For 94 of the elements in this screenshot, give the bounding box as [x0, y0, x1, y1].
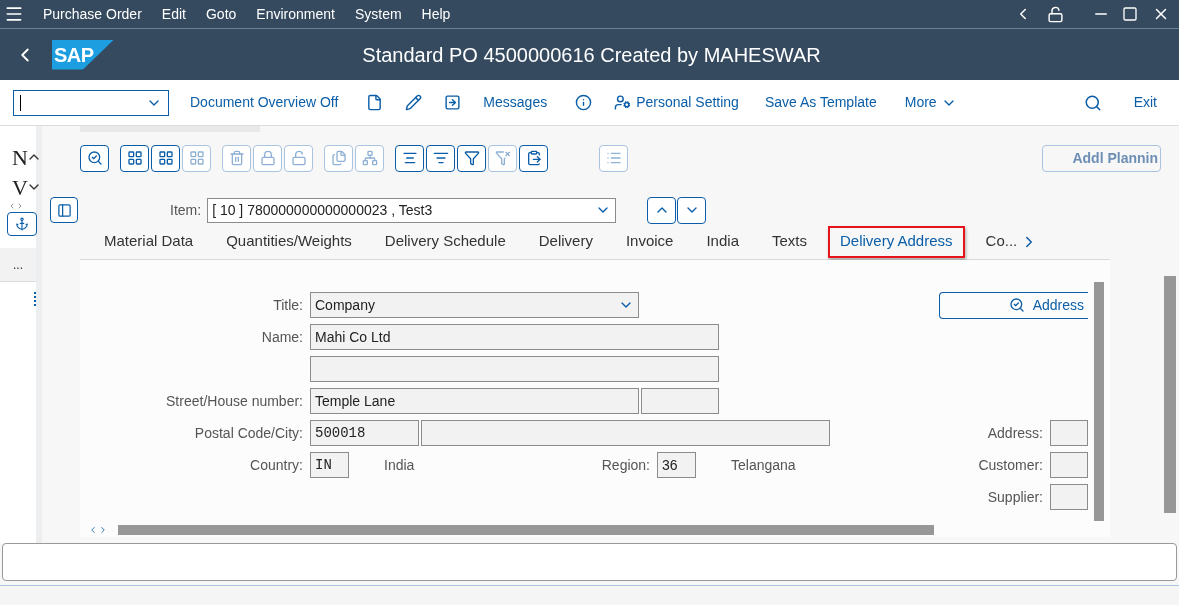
- house-number-field[interactable]: [641, 388, 719, 414]
- previous-item-button[interactable]: [647, 196, 677, 224]
- panel-icon: [56, 202, 72, 218]
- zoom-check-icon: [1008, 297, 1025, 313]
- more-menu-button[interactable]: More: [904, 92, 957, 113]
- field-label: Name:: [260, 327, 304, 347]
- icon-button[interactable]: [395, 144, 424, 172]
- collapse-button[interactable]: [50, 197, 78, 223]
- anchor-icon: [15, 217, 29, 231]
- field-label: Street/House number:: [165, 391, 304, 411]
- region-field[interactable]: 36: [657, 452, 696, 478]
- message-field[interactable]: [2, 543, 1177, 581]
- menu-icon[interactable]: [4, 4, 24, 24]
- field-label: Address:: [986, 423, 1044, 443]
- toolbar-button[interactable]: Personal Setting: [614, 92, 739, 113]
- menu-item[interactable]: Purchase Order: [43, 3, 142, 25]
- item-dropdown[interactable]: [ 10 ] 780000000000000023 , Test3: [207, 197, 617, 223]
- command-field[interactable]: [13, 89, 169, 116]
- maximize-icon[interactable]: [1122, 6, 1138, 22]
- menu-item[interactable]: Help: [421, 3, 451, 25]
- customer-field[interactable]: [1050, 452, 1088, 478]
- city-field[interactable]: [421, 420, 830, 446]
- country-field[interactable]: IN: [310, 452, 349, 478]
- field-label: Customer:: [977, 455, 1044, 475]
- address-field[interactable]: [1050, 420, 1088, 446]
- menu-item[interactable]: Edit: [161, 3, 186, 25]
- field-label: Title:: [272, 295, 304, 315]
- tab[interactable]: Quantities/Weights: [226, 225, 352, 258]
- supplier-field[interactable]: [1050, 484, 1088, 510]
- name-field[interactable]: [310, 356, 719, 382]
- field-label: Region:: [600, 455, 651, 475]
- person-setting-icon: [614, 94, 632, 111]
- anchor-button[interactable]: [7, 212, 37, 236]
- menu-item[interactable]: Goto: [205, 3, 237, 25]
- filter-icon: [463, 150, 480, 166]
- list-icon: [605, 150, 622, 166]
- tab[interactable]: Delivery: [538, 225, 593, 258]
- item-label: Item:: [170, 200, 202, 220]
- side-letter: N: [12, 143, 26, 172]
- postal-code-field[interactable]: 500018: [310, 420, 419, 446]
- menu-item[interactable]: System: [354, 3, 402, 25]
- clipboard-icon: [525, 150, 542, 166]
- unlock-icon: [290, 150, 307, 166]
- side-letter: V: [12, 173, 26, 202]
- toolbar-button[interactable]: Save As Template: [764, 92, 877, 113]
- tab[interactable]: Delivery Address: [828, 225, 965, 258]
- icon-button[interactable]: [426, 144, 455, 172]
- hierarchy-icon: [361, 150, 378, 166]
- country-name: India: [384, 455, 416, 475]
- info-icon[interactable]: [575, 94, 593, 111]
- tab[interactable]: Co...: [985, 225, 1018, 258]
- grid-select-icon: [126, 150, 143, 166]
- expand-handle-icon[interactable]: [8, 202, 24, 210]
- sort-icon: [401, 150, 418, 166]
- pencil-icon[interactable]: [405, 94, 423, 111]
- next-item-button[interactable]: [677, 196, 707, 224]
- tab[interactable]: Delivery Schedule: [384, 225, 506, 258]
- region-name: Telangana: [731, 455, 796, 475]
- window-title: Standard PO 4500000616 Created by MAHESWAR: [361, 42, 822, 68]
- document-icon[interactable]: [366, 94, 384, 111]
- field-label: Country:: [249, 455, 304, 475]
- search-icon[interactable]: [1083, 93, 1102, 112]
- trash-icon: [228, 150, 245, 166]
- grid-select-icon: [157, 150, 174, 166]
- grid-deselect-icon: [188, 150, 205, 166]
- tab[interactable]: Material Data: [104, 225, 194, 258]
- icon-button[interactable]: [457, 144, 486, 172]
- icon-button[interactable]: [519, 144, 548, 172]
- toolbar-button[interactable]: Messages: [483, 92, 548, 113]
- list-filter-icon: [432, 150, 449, 166]
- street-field[interactable]: Temple Lane: [310, 388, 639, 414]
- field-label: Postal Code/City:: [193, 423, 304, 443]
- tab[interactable]: Texts: [772, 225, 807, 258]
- zoom-check-icon: [86, 150, 103, 166]
- icon-button[interactable]: [80, 144, 109, 172]
- icon-button[interactable]: [151, 144, 180, 172]
- copy-icon: [330, 150, 347, 166]
- lock-icon: [259, 150, 276, 166]
- filter-remove-icon: [494, 150, 511, 166]
- menu-item[interactable]: Environment: [256, 3, 335, 25]
- address-button[interactable]: Address: [939, 291, 1088, 319]
- title-dropdown[interactable]: Company: [310, 292, 639, 318]
- arrow-into-box-icon[interactable]: [444, 94, 462, 111]
- more-text[interactable]: ...: [13, 255, 23, 274]
- exit-button[interactable]: Exit: [1133, 92, 1157, 113]
- unlock-icon[interactable]: [1047, 5, 1064, 23]
- toolbar-button[interactable]: Document Overview Off: [190, 92, 339, 113]
- tab[interactable]: India: [706, 225, 739, 258]
- name-field[interactable]: Mahi Co Ltd: [310, 324, 719, 350]
- dotted-handle-icon[interactable]: [34, 292, 36, 306]
- logo: SAP: [52, 39, 114, 70]
- icon-button[interactable]: [120, 144, 149, 172]
- tab[interactable]: Invoice: [625, 225, 674, 258]
- field-label: Supplier:: [986, 487, 1044, 507]
